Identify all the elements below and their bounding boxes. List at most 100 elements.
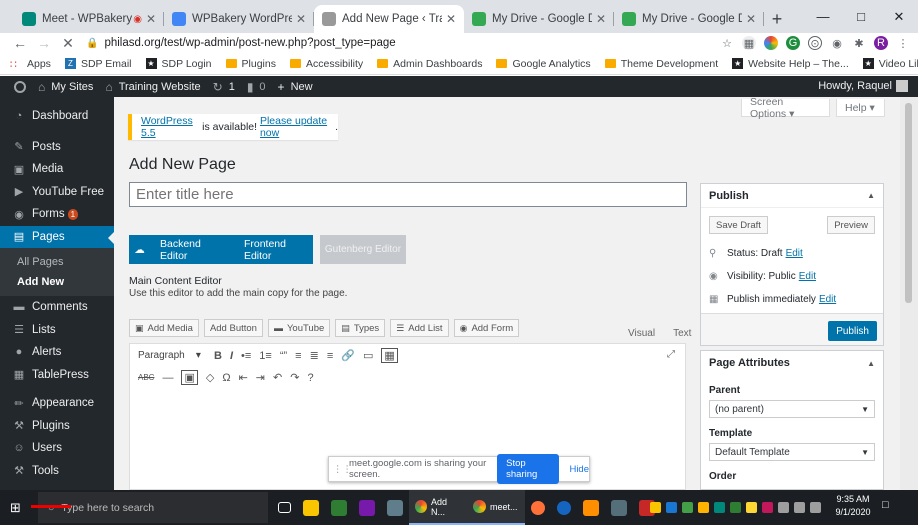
save-draft-button[interactable]: Save Draft (709, 216, 768, 234)
updates-link[interactable]: ↻ 1 (213, 80, 235, 94)
publish-button[interactable]: Publish (828, 321, 877, 341)
close-icon[interactable]: ✕ (446, 12, 456, 26)
italic-icon[interactable]: I (230, 350, 233, 362)
sidebar-item-youtube-free[interactable]: ▶ YouTube Free (0, 181, 114, 204)
taskbar-search[interactable]: ○Type here to search (38, 492, 268, 523)
strikethrough-icon[interactable]: ABC (138, 373, 154, 382)
howdy-user[interactable]: Howdy, Raquel (818, 80, 892, 92)
bookmark-star-icon[interactable]: ☆ (720, 36, 734, 50)
browser-tab[interactable]: My Drive - Google Drive ✕ (464, 5, 614, 33)
types-button[interactable]: ▤ Types (335, 319, 386, 337)
tray-icon[interactable] (746, 502, 757, 513)
parent-select[interactable]: (no parent) ▼ (709, 400, 875, 418)
add-list-button[interactable]: ☰ Add List (390, 319, 449, 337)
bookmark-item[interactable]: Google Analytics (496, 58, 591, 70)
bookmark-item[interactable]: ★ Website Help – The... (732, 58, 849, 70)
collapse-icon[interactable]: ▲ (867, 359, 875, 368)
edit-schedule-link[interactable]: Edit (819, 294, 836, 305)
minimize-icon[interactable]: — (804, 0, 842, 33)
tray-icon[interactable] (810, 502, 821, 513)
app-icon[interactable] (325, 490, 353, 525)
site-link[interactable]: ⌂ Training Website (105, 80, 200, 94)
task-view-icon[interactable] (272, 490, 297, 525)
browser-tab[interactable]: My Drive - Google Drive ✕ (614, 5, 764, 33)
close-icon[interactable]: ✕ (146, 12, 156, 26)
undo-icon[interactable]: ↶ (273, 371, 282, 384)
preview-button[interactable]: Preview (827, 216, 875, 234)
address-bar[interactable]: 🔒 philasd.org/test/wp-admin/post-new.php… (86, 34, 710, 53)
edit-status-link[interactable]: Edit (786, 248, 803, 259)
tray-icon[interactable] (650, 502, 661, 513)
outdent-icon[interactable]: ⇤ (239, 371, 248, 384)
stop-sharing-button[interactable]: Stop sharing (497, 454, 560, 484)
help-button[interactable]: Help ▾ (836, 99, 885, 117)
menu-icon[interactable]: ⋮ (896, 36, 910, 50)
new-tab-icon[interactable]: + (764, 5, 790, 33)
sidebar-item-comments[interactable]: ▬ Comments (0, 296, 114, 319)
bookmark-item[interactable]: Accessibility (289, 58, 363, 70)
blockquote-icon[interactable]: “” (280, 350, 287, 362)
backend-editor-button[interactable]: Backend Editor (160, 238, 228, 262)
app-icon[interactable] (381, 490, 409, 525)
hide-share-bar-button[interactable]: Hide (569, 464, 589, 475)
drag-handle-icon[interactable]: ⋮⋮ (333, 464, 352, 475)
onenote-icon[interactable] (353, 490, 381, 525)
notification-icon[interactable]: □ (882, 499, 889, 511)
update-now-link[interactable]: Please update now (260, 115, 335, 139)
read-more-icon[interactable]: ▭ (363, 349, 373, 362)
frontend-editor-button[interactable]: Frontend Editor (244, 238, 313, 262)
submenu-item[interactable]: Add New (0, 272, 114, 292)
title-input[interactable] (129, 182, 687, 207)
firefox-icon[interactable] (525, 490, 551, 525)
close-icon[interactable]: ✕ (296, 12, 306, 26)
align-right-icon[interactable]: ≡ (327, 350, 333, 362)
link-icon[interactable]: 🔗 (341, 349, 355, 362)
gutenberg-editor-button[interactable]: Gutenberg Editor (320, 235, 406, 264)
bookmark-item[interactable]: ★ Video Library – We... (862, 58, 918, 70)
format-select[interactable]: Paragraph ▾ (138, 350, 206, 361)
taskbar-chrome-add-new[interactable]: Add N... (409, 490, 467, 525)
sidebar-item-appearance[interactable]: ✏ Appearance (0, 392, 114, 415)
add-button-button[interactable]: Add Button (203, 319, 263, 337)
indent-icon[interactable]: ⇥ (256, 371, 265, 384)
screen-options-button[interactable]: Screen Options ▾ (741, 96, 830, 120)
sidebar-item-plugins[interactable]: ⚒ Plugins (0, 415, 114, 438)
sidebar-item-forms[interactable]: ◉ Forms 1 (0, 203, 114, 226)
bookmark-item[interactable]: Theme Development (604, 58, 718, 70)
sidebar-item-posts[interactable]: ✎ Posts (0, 136, 114, 159)
sidebar-item-media[interactable]: ▣ Media (0, 158, 114, 181)
submenu-item[interactable]: All Pages (0, 252, 114, 272)
sidebar-item-users[interactable]: ☺ Users (0, 437, 114, 460)
wp-logo-icon[interactable] (14, 80, 26, 93)
close-icon[interactable]: ✕ (596, 12, 606, 26)
windows-start-icon[interactable]: ⊞ (10, 500, 32, 516)
redo-icon[interactable]: ↷ (290, 371, 299, 384)
app-icon[interactable] (551, 490, 577, 525)
browser-tab[interactable]: Add New Page ‹ Training Websi ✕ (314, 5, 464, 33)
add-media-button[interactable]: ▣ Add Media (129, 319, 199, 337)
extension-icon[interactable]: ◉ (830, 36, 844, 50)
template-select[interactable]: Default Template ▼ (709, 443, 875, 461)
tray-icon[interactable] (730, 502, 741, 513)
tab-visual[interactable]: Visual (628, 328, 655, 339)
file-explorer-icon[interactable] (297, 490, 325, 525)
stop-loading-icon[interactable]: ✕ (56, 35, 80, 52)
bookmark-item[interactable]: Admin Dashboards (377, 58, 482, 70)
taskbar-clock[interactable]: 9:35 AM 9/1/2020 (826, 493, 880, 519)
clear-format-icon[interactable]: ◇ (206, 371, 214, 384)
bullet-list-icon[interactable]: •≡ (241, 350, 251, 362)
page-scrollbar[interactable] (900, 97, 918, 490)
extension-icon[interactable]: G (786, 36, 800, 50)
sidebar-item-alerts[interactable]: ● Alerts (0, 341, 114, 364)
maximize-icon[interactable]: □ (842, 0, 880, 33)
horizontal-line-icon[interactable]: — (162, 372, 173, 384)
sidebar-item-pages[interactable]: ▤ Pages (0, 225, 114, 248)
app-icon[interactable] (605, 490, 633, 525)
wordpress-version-link[interactable]: WordPress 5.5 (141, 115, 199, 139)
bookmark-item[interactable]: ∷ Apps (10, 58, 51, 71)
puzzle-icon[interactable]: ✱ (852, 36, 866, 50)
bookmark-item[interactable]: Plugins (225, 58, 276, 70)
tray-icon[interactable] (698, 502, 709, 513)
sidebar-item-dashboard[interactable]: ◔ Dashboard (0, 105, 114, 128)
my-sites-link[interactable]: ⌂ My Sites (38, 80, 93, 94)
